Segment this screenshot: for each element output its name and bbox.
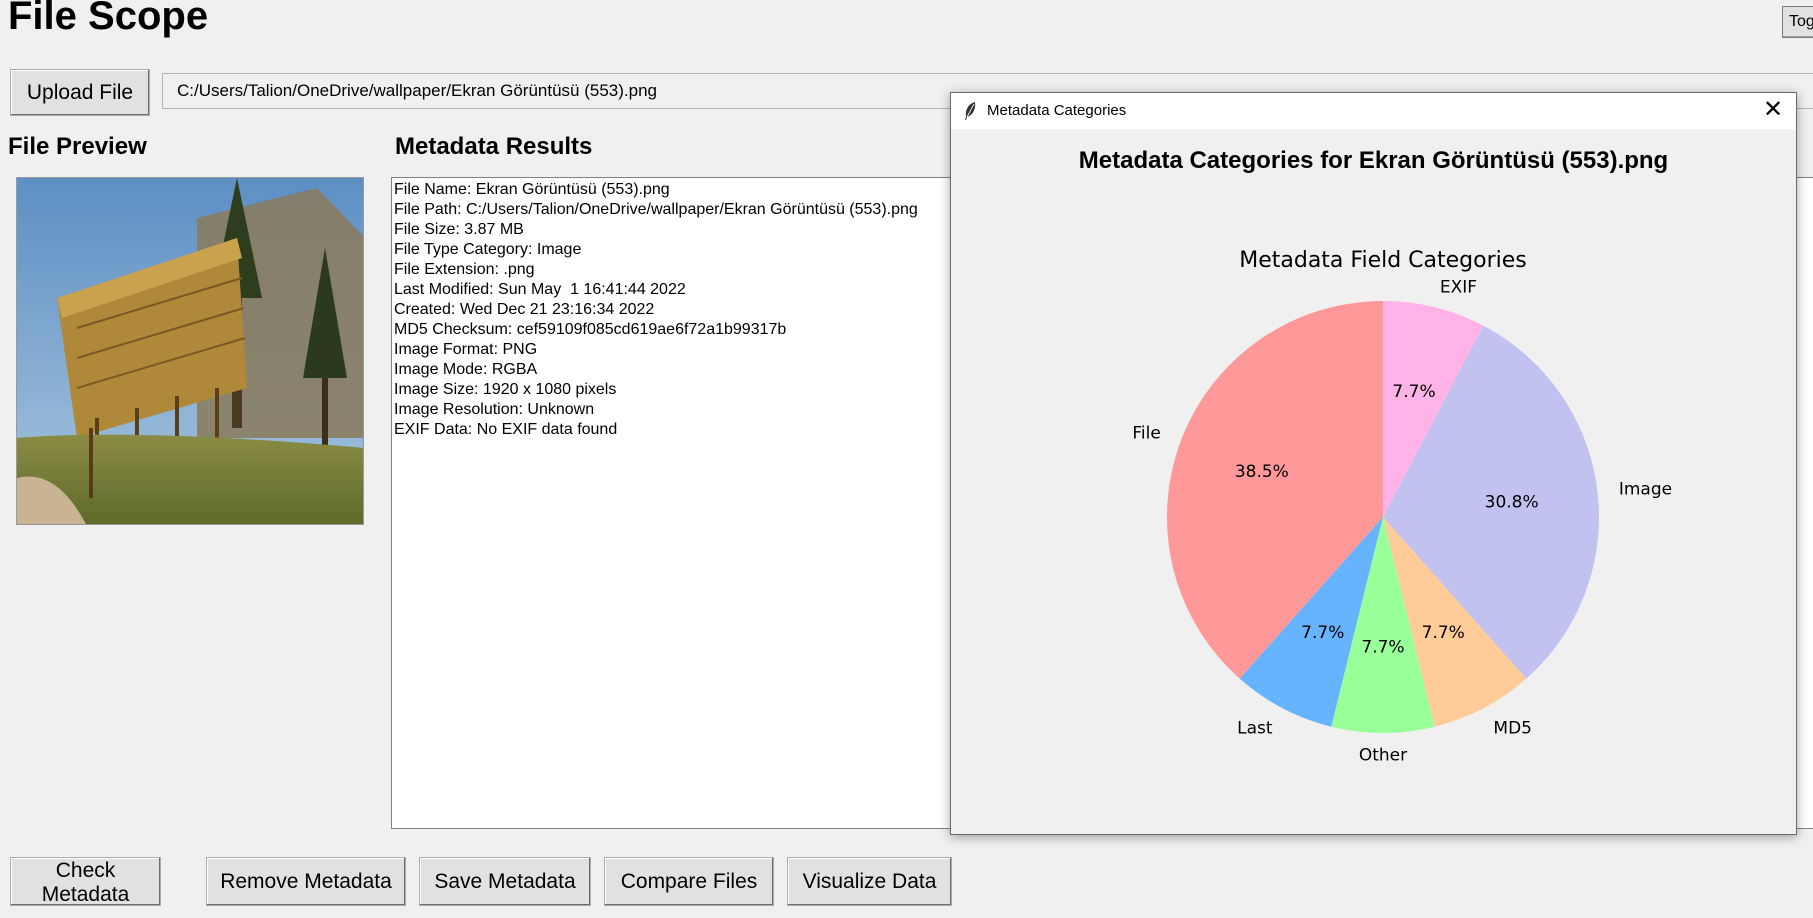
- toggle-button[interactable]: Toggle: [1782, 6, 1813, 38]
- pie-percent-label: 7.7%: [1392, 382, 1435, 402]
- pie-category-label: Other: [1359, 746, 1407, 766]
- visualize-data-button[interactable]: Visualize Data: [787, 857, 952, 906]
- pie-percent-label: 38.5%: [1235, 462, 1289, 482]
- pie-category-label: Image: [1619, 479, 1672, 499]
- pie-chart: Metadata Field Categories 38.5% 7.7% 7.7% 7…: [1132, 248, 1672, 766]
- compare-files-button[interactable]: Compare Files: [604, 857, 774, 906]
- upload-file-button[interactable]: Upload File: [10, 69, 150, 116]
- pie-category-label: MD5: [1493, 718, 1532, 738]
- pie-percent-label: 30.8%: [1485, 492, 1539, 512]
- chart-title: Metadata Field Categories: [1239, 248, 1527, 273]
- pie-category-label: File: [1132, 424, 1160, 444]
- app-title: File Scope: [8, 0, 209, 38]
- metadata-results-heading: Metadata Results: [395, 133, 593, 160]
- remove-metadata-button[interactable]: Remove Metadata: [206, 857, 406, 906]
- metadata-categories-window[interactable]: Metadata Categories ✕ Metadata Categorie…: [950, 92, 1797, 835]
- pie-percent-label: 7.7%: [1361, 638, 1404, 658]
- save-metadata-button[interactable]: Save Metadata: [419, 857, 591, 906]
- file-preview-heading: File Preview: [8, 133, 147, 160]
- pie-category-label: EXIF: [1440, 277, 1477, 297]
- check-metadata-button[interactable]: Check Metadata: [10, 857, 161, 906]
- file-preview-image: [16, 177, 364, 525]
- pie-percent-label: 7.7%: [1422, 623, 1465, 643]
- pie-category-label: Last: [1237, 718, 1273, 738]
- pie-percent-label: 7.7%: [1301, 623, 1344, 643]
